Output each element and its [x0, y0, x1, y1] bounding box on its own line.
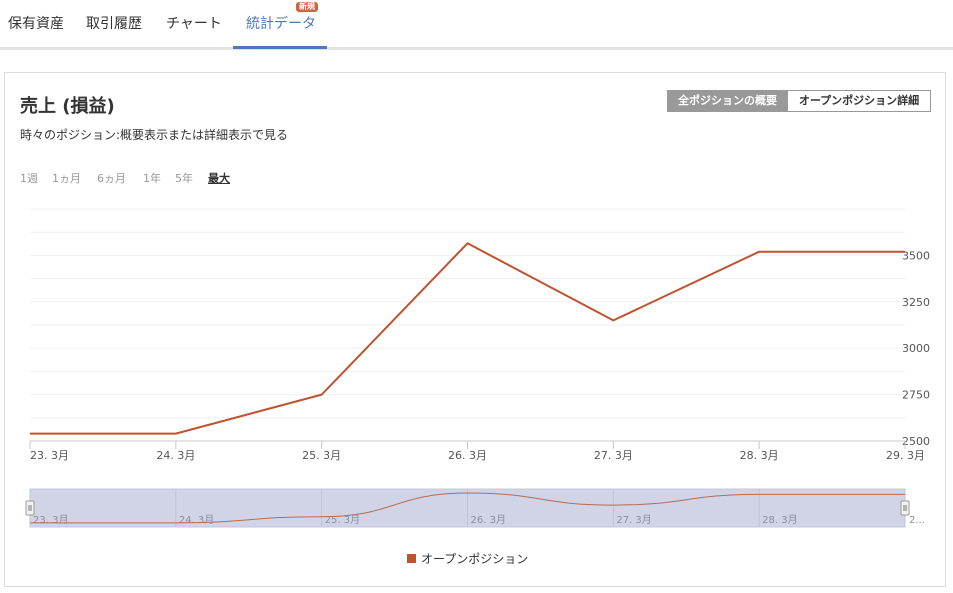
- series-line-open-position: [30, 242, 905, 435]
- x-tick-label: 28. 3月: [740, 449, 779, 462]
- tab-holdings[interactable]: 保有資産: [8, 13, 64, 33]
- x-tick-label: 26. 3月: [448, 449, 487, 462]
- legend-swatch: [407, 554, 416, 563]
- y-tick-label: 2500: [902, 435, 930, 448]
- x-tick-label: 23. 3月: [30, 449, 69, 462]
- navigator-right-handle[interactable]: [900, 500, 910, 516]
- tab-chart[interactable]: チャート: [166, 13, 222, 33]
- line-chart: 2500 2750 3000 3250 3500 23. 3月 24. 3月 25. 3月 26…: [25, 208, 930, 528]
- active-tab-indicator: [233, 46, 327, 49]
- tab-bar-border: [0, 47, 953, 50]
- navigator-tick-label: 27. 3月: [616, 514, 651, 526]
- y-tick-label: 3500: [902, 249, 930, 262]
- navigator-tick-label: 28. 3月: [762, 514, 797, 526]
- legend-label: オープンポジション: [421, 552, 529, 566]
- statistics-panel: 売上 (損益) 時々のポジション:概要表示または詳細表示で見る 全ポジションの概…: [4, 72, 946, 587]
- new-badge: 新規: [296, 2, 318, 12]
- x-tick-label: 24. 3月: [156, 449, 195, 462]
- chart-legend[interactable]: オープンポジション: [407, 550, 528, 567]
- top-tab-bar: 保有資産 取引履歴 チャート 統計データ 新規: [0, 0, 953, 50]
- navigator-tick-label: 26. 3月: [471, 514, 506, 526]
- x-tick-label: 27. 3月: [594, 449, 633, 462]
- y-tick-label: 2750: [902, 389, 930, 402]
- y-tick-label: 3250: [902, 296, 930, 309]
- navigator-left-handle[interactable]: [25, 500, 35, 516]
- tab-trade-history[interactable]: 取引履歴: [86, 13, 142, 33]
- navigator-tick-label: 23. 3月: [33, 514, 68, 526]
- tab-statistics[interactable]: 統計データ: [246, 13, 316, 33]
- navigator-tick-label: 24. 3月: [179, 514, 214, 526]
- x-tick-label: 29. 3月: [886, 449, 925, 462]
- y-tick-label: 3000: [902, 342, 930, 355]
- x-tick-label: 25. 3月: [302, 449, 341, 462]
- navigator-tick-label: 2...: [909, 515, 925, 526]
